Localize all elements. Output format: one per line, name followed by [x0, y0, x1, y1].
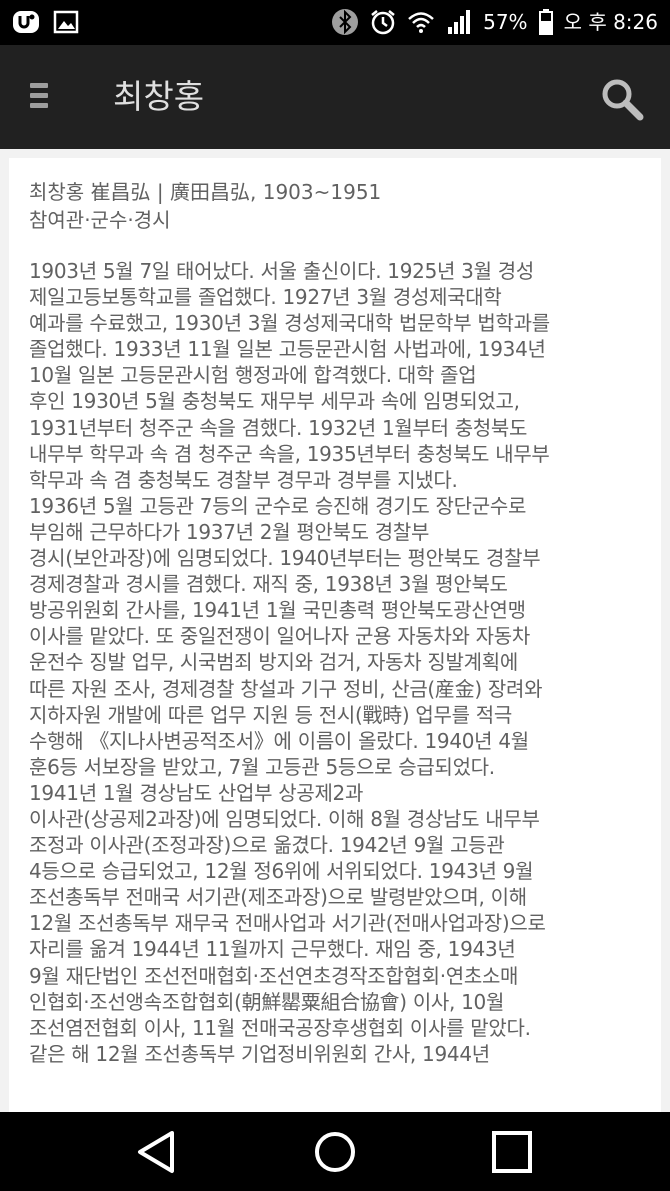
body-line: 1936년 5월 고등관 7등의 군수로 승진해 경기도 장단군수로	[29, 493, 527, 518]
clock: 오 후 8:26	[563, 10, 658, 34]
entry-name-line: 최창홍 崔昌弘 | 廣田昌弘, 1903~1951	[29, 180, 382, 204]
back-icon[interactable]	[132, 1128, 184, 1176]
body-line: 4등으로 승급되었고, 12월 정6위에 서위되었다. 1943년 9월	[29, 859, 534, 884]
gallery-icon	[53, 10, 79, 34]
search-icon[interactable]	[598, 75, 646, 123]
nav-bar	[0, 1112, 670, 1191]
menu-icon[interactable]	[30, 83, 60, 113]
entry-body: 1903년 5월 7일 태어났다. 서울 출신이다. 1925년 3월 경성 제일…	[29, 258, 649, 1067]
body-line: 자리를 옮겨 1944년 11월까지 근무했다. 재임 중, 1943년	[29, 937, 516, 962]
body-line: 부임해 근무하다가 1937년 2월 평안북도 경찰부	[29, 519, 430, 544]
recent-apps-icon[interactable]	[486, 1128, 538, 1176]
body-line: 후인 1930년 5월 충청북도 재무부 세무과 속에 임명되었고,	[29, 389, 520, 414]
bluetooth-icon	[332, 9, 359, 35]
body-line: 따른 자원 조사, 경제경찰 창설과 기구 정비, 산금(産金) 장려와	[29, 676, 543, 701]
body-line: 이사를 맡았다. 또 중일전쟁이 일어나자 군용 자동차와 자동차	[29, 624, 530, 649]
body-line: 운전수 징발 업무, 시국범죄 방지와 검거, 자동차 징발계획에	[29, 650, 518, 675]
body-line: 학무과 속 겸 충청북도 경찰부 경무과 경부를 지냈다.	[29, 467, 458, 492]
wifi-icon	[408, 12, 434, 33]
body-line: 1903년 5월 7일 태어났다. 서울 출신이다. 1925년 3월 경성	[29, 259, 534, 283]
body-line: 방공위원회 간사를, 1941년 1월 국민총력 평안북도광산연맹	[29, 598, 526, 623]
body-line: 1941년 1월 경상남도 산업부 상공제2과	[29, 780, 364, 805]
status-left	[12, 8, 80, 36]
home-icon[interactable]	[309, 1128, 361, 1176]
battery-icon	[538, 9, 553, 35]
status-bar: 57% 오 후 8:26	[0, 0, 670, 45]
body-line: 수행해 《지나사변공적조서》에 이름이 올랐다. 1940년 4월	[29, 728, 529, 753]
body-line: 조선염전협회 이사, 11월 전매국공장후생협회 이사를 맡았다.	[29, 1015, 531, 1040]
body-line: 지하자원 개발에 따른 업무 지원 등 전시(戰時) 업무를 적극	[29, 702, 512, 727]
body-line: 훈6등 서보장을 받았고, 7월 고등관 5등으로 승급되었다.	[29, 754, 495, 779]
entry-header: 최창홍 崔昌弘 | 廣田昌弘, 1903~1951 참여관·군수·경시	[29, 178, 649, 234]
body-line: 9월 재단법인 조선전매협회·조선연초경작조합협회·연초소매	[29, 963, 519, 988]
body-line: 경제경찰과 경시를 겸했다. 재직 중, 1938년 3월 평안북도	[29, 572, 508, 597]
entry-position-line: 참여관·군수·경시	[29, 208, 171, 232]
alarm-icon	[371, 10, 395, 35]
body-line: 예과를 수료했고, 1930년 3월 경성제국대학 법문학부 법학과를	[29, 311, 550, 336]
body-line: 졸업했다. 1933년 11월 일본 고등문관시험 사법과에, 1934년	[29, 337, 546, 362]
page-title: 최창홍	[113, 77, 205, 116]
body-line: 내무부 학무과 속 겸 청주군 속을, 1935년부터 충청북도 내무부	[29, 441, 550, 466]
body-line: 같은 해 12월 조선총독부 기업정비위원회 간사, 1944년	[29, 1041, 490, 1066]
body-line: 이사관(상공제2과장)에 임명되었다. 이해 8월 경상남도 내무부	[29, 806, 540, 831]
body-line: 12월 조선총독부 재무국 전매사업과 서기관(전매사업과장)으로	[29, 911, 546, 936]
signal-icon	[448, 10, 471, 34]
battery-percent: 57%	[483, 10, 528, 34]
body-line: 조선총독부 전매국 서기관(제조과장)으로 발령받았으며, 이해	[29, 885, 527, 910]
body-line: 조정과 이사관(조정과장)으로 옮겼다. 1942년 9월 고등관	[29, 833, 505, 858]
body-line: 경시(보안과장)에 임명되었다. 1940년부터는 평안북도 경찰부	[29, 546, 541, 571]
status-right: 57% 오 후 8:26	[331, 8, 658, 36]
body-line: 제일고등보통학교를 졸업했다. 1927년 3월 경성제국대학	[29, 285, 502, 310]
lg-u-icon	[13, 11, 39, 33]
body-line: 인협회·조선앵속조합협회(朝鮮罌粟組合協會) 이사, 10월	[29, 989, 505, 1014]
body-line: 1931년부터 청주군 속을 겸했다. 1932년 1월부터 충청북도	[29, 415, 528, 440]
entry-content: 최창홍 崔昌弘 | 廣田昌弘, 1903~1951 참여관·군수·경시 1903…	[9, 158, 661, 1112]
app-bar: 최창홍	[0, 45, 670, 149]
body-line: 10월 일본 고등문관시험 행정과에 합격했다. 대학 졸업	[29, 363, 477, 388]
